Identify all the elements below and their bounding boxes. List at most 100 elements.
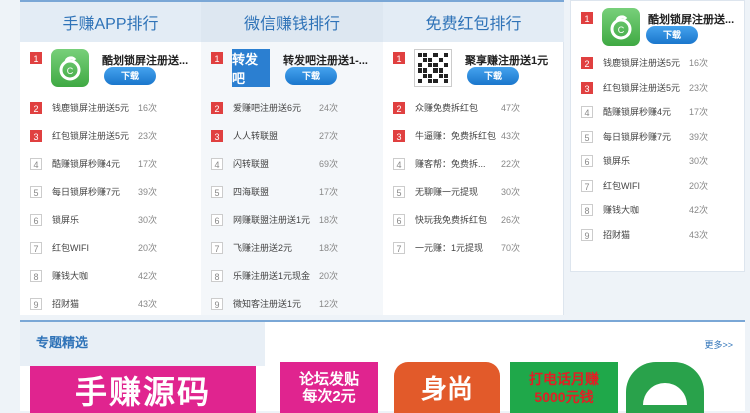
item-name[interactable]: 赚钱大咖 bbox=[603, 203, 688, 216]
list-item[interactable]: 5 无聊赚一元提现 30次 bbox=[383, 178, 564, 206]
lock-app-icon[interactable]: C bbox=[51, 49, 89, 87]
list-item[interactable]: 4 赚客帮：免费拆... 22次 bbox=[383, 150, 564, 178]
list-item[interactable]: 6 快玩我免费拆红包 26次 bbox=[383, 206, 564, 234]
list-item[interactable]: 6 锁屏乐 30次 bbox=[20, 206, 201, 234]
banner-line: 论坛发贴 bbox=[298, 370, 359, 388]
top-ranked-item[interactable]: 1 转发吧 转发吧注册送1-... 下载 bbox=[201, 42, 383, 94]
rank-badge: 4 bbox=[211, 158, 223, 170]
top-ranked-item[interactable]: 1 C 酷划锁屏注册送... 下载 bbox=[20, 42, 201, 94]
list-item[interactable]: 3 牛逼赚：免费拆红包 43次 bbox=[383, 122, 564, 150]
list-item[interactable]: 9 微知客注册送1元 12次 bbox=[201, 290, 383, 318]
item-name[interactable]: 无聊赚一元提现 bbox=[415, 185, 500, 198]
item-name[interactable]: 招财猫 bbox=[52, 297, 137, 310]
rank-badge: 7 bbox=[211, 242, 223, 254]
item-name[interactable]: 爱赚吧注册送6元 bbox=[233, 101, 318, 114]
banner-forum-post[interactable]: 论坛发贴 每次2元 bbox=[280, 362, 378, 413]
item-name[interactable]: 众赚免费拆红包 bbox=[415, 101, 500, 114]
list-item[interactable]: 7 一元赚：1元提现 70次 bbox=[383, 234, 564, 262]
list-item[interactable]: 7 红包WIFI 20次 bbox=[20, 234, 201, 262]
download-button[interactable]: 下载 bbox=[104, 67, 156, 85]
app-title[interactable]: 酷划锁屏注册送... bbox=[102, 52, 197, 68]
list-item[interactable]: 4 酷赚锁屏秒赚4元 17次 bbox=[20, 150, 201, 178]
item-name[interactable]: 人人转联盟 bbox=[233, 129, 318, 142]
item-name[interactable]: 闪转联盟 bbox=[233, 157, 318, 170]
item-name[interactable]: 每日锁屏秒赚7元 bbox=[52, 185, 137, 198]
list-item[interactable]: 8 赚钱大咖 42次 bbox=[571, 198, 744, 223]
column-title[interactable]: 手赚APP排行 bbox=[20, 0, 201, 42]
item-name[interactable]: 酷赚锁屏秒赚4元 bbox=[603, 105, 688, 118]
column-title[interactable]: 微信赚钱排行 bbox=[201, 0, 383, 42]
green-app-icon[interactable] bbox=[626, 362, 704, 413]
item-name[interactable]: 红包锁屏注册送5元 bbox=[603, 81, 688, 94]
list-item[interactable]: 7 飞赚注册送2元 18次 bbox=[201, 234, 383, 262]
svg-text:C: C bbox=[618, 25, 625, 35]
banner-phone-earn[interactable]: 打电话月赚 5000元钱 bbox=[510, 362, 618, 413]
zhuanfa-app-icon[interactable]: 转发吧 bbox=[232, 49, 270, 87]
download-button[interactable]: 下载 bbox=[646, 26, 698, 44]
item-name[interactable]: 招财猫 bbox=[603, 228, 688, 241]
rank-badge: 3 bbox=[393, 130, 405, 142]
item-name[interactable]: 钱鹿锁屏注册送5元 bbox=[603, 56, 688, 69]
list-item[interactable]: 7 红包WIFI 20次 bbox=[571, 174, 744, 199]
item-count: 16次 bbox=[138, 103, 158, 113]
rank-badge: 1 bbox=[393, 52, 405, 64]
list-item[interactable]: 3 人人转联盟 27次 bbox=[201, 122, 383, 150]
app-title[interactable]: 聚享赚注册送1元 bbox=[465, 52, 560, 68]
item-name[interactable]: 酷赚锁屏秒赚4元 bbox=[52, 157, 137, 170]
item-count: 23次 bbox=[138, 131, 158, 141]
item-name[interactable]: 四海联盟 bbox=[233, 185, 318, 198]
item-name[interactable]: 钱鹿锁屏注册送5元 bbox=[52, 101, 137, 114]
rank-badge: 2 bbox=[30, 102, 42, 114]
list-item[interactable]: 4 闪转联盟 69次 bbox=[201, 150, 383, 178]
list-item[interactable]: 2 钱鹿锁屏注册送5元 16次 bbox=[571, 51, 744, 76]
list-item[interactable]: 9 招财猫 43次 bbox=[571, 223, 744, 248]
item-name[interactable]: 飞赚注册送2元 bbox=[233, 241, 318, 254]
list-item[interactable]: 2 众赚免费拆红包 47次 bbox=[383, 94, 564, 122]
item-name[interactable]: 快玩我免费拆红包 bbox=[415, 213, 500, 226]
item-count: 30次 bbox=[138, 215, 158, 225]
list-item[interactable]: 5 每日锁屏秒赚7元 39次 bbox=[571, 125, 744, 150]
list-item[interactable]: 8 乐赚注册送1元现金 20次 bbox=[201, 262, 383, 290]
list-item[interactable]: 2 爱赚吧注册送6元 24次 bbox=[201, 94, 383, 122]
item-name[interactable]: 每日锁屏秒赚7元 bbox=[603, 130, 688, 143]
item-name[interactable]: 乐赚注册送1元现金 bbox=[233, 269, 318, 282]
item-name[interactable]: 锁屏乐 bbox=[52, 213, 137, 226]
item-name[interactable]: 网赚联盟注册送1元 bbox=[233, 213, 318, 226]
item-name[interactable]: 一元赚：1元提现 bbox=[415, 241, 500, 254]
banner-source-code[interactable]: 手赚源码 bbox=[30, 366, 256, 413]
list-item[interactable]: 2 钱鹿锁屏注册送5元 16次 bbox=[20, 94, 201, 122]
download-button[interactable]: 下载 bbox=[285, 67, 337, 85]
more-link[interactable]: 更多>> bbox=[704, 338, 733, 351]
list-item[interactable]: 6 锁屏乐 30次 bbox=[571, 149, 744, 174]
list-item[interactable]: 6 网赚联盟注册送1元 18次 bbox=[201, 206, 383, 234]
item-count: 39次 bbox=[138, 187, 158, 197]
app-title[interactable]: 酷划锁屏注册送... bbox=[648, 11, 743, 27]
list-item[interactable]: 8 赚钱大咖 42次 bbox=[20, 262, 201, 290]
top-ranked-item[interactable]: 1 C 酷划锁屏注册送... 下载 bbox=[571, 1, 744, 51]
item-name[interactable]: 微知客注册送1元 bbox=[233, 297, 318, 310]
lock-app-icon[interactable]: C bbox=[602, 8, 640, 46]
list-item[interactable]: 3 红包锁屏注册送5元 23次 bbox=[20, 122, 201, 150]
download-button[interactable]: 下载 bbox=[467, 67, 519, 85]
list-item[interactable]: 9 招财猫 43次 bbox=[20, 290, 201, 318]
item-count: 20次 bbox=[689, 180, 709, 191]
rank-badge: 2 bbox=[393, 102, 405, 114]
list-item[interactable]: 3 红包锁屏注册送5元 23次 bbox=[571, 76, 744, 101]
item-count: 30次 bbox=[501, 187, 521, 197]
list-item[interactable]: 5 每日锁屏秒赚7元 39次 bbox=[20, 178, 201, 206]
banner-shenshang[interactable]: 身尚 bbox=[394, 362, 500, 413]
qr-code-icon[interactable] bbox=[414, 49, 452, 87]
list-item[interactable]: 4 酷赚锁屏秒赚4元 17次 bbox=[571, 100, 744, 125]
item-name[interactable]: 红包WIFI bbox=[52, 241, 137, 254]
column-title[interactable]: 免费红包排行 bbox=[383, 0, 564, 42]
item-name[interactable]: 赚客帮：免费拆... bbox=[415, 157, 500, 170]
item-name[interactable]: 红包WIFI bbox=[603, 179, 688, 192]
app-title[interactable]: 转发吧注册送1-... bbox=[283, 52, 378, 68]
item-name[interactable]: 牛逼赚：免费拆红包 bbox=[415, 129, 500, 142]
item-name[interactable]: 红包锁屏注册送5元 bbox=[52, 129, 137, 142]
top-ranked-item[interactable]: 1 聚享赚注册送1元 下载 bbox=[383, 42, 564, 94]
rank-badge: 5 bbox=[211, 186, 223, 198]
item-name[interactable]: 赚钱大咖 bbox=[52, 269, 137, 282]
list-item[interactable]: 5 四海联盟 17次 bbox=[201, 178, 383, 206]
item-name[interactable]: 锁屏乐 bbox=[603, 154, 688, 167]
